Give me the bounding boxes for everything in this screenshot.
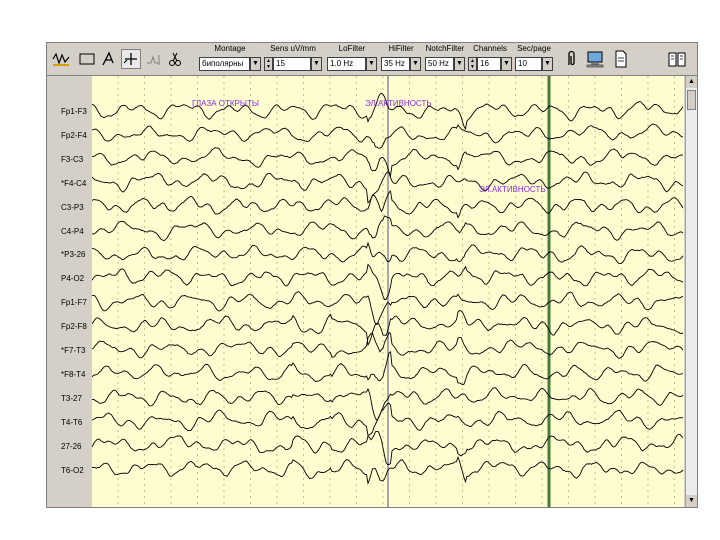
lofilter-control: LoFilter 1.0 Hz ▼ [327,43,377,75]
channel-label: *F7-T3 [61,346,86,355]
channels-label: Channels [473,44,507,53]
channel-label: *F4-C4 [61,178,87,188]
annotate-pen-icon[interactable] [99,49,119,69]
lofilter-label: LoFilter [338,44,366,53]
montage-dropdown-icon[interactable]: ▼ [250,57,261,71]
channel-label: F3-C3 [61,154,84,164]
montage-control: Montage биполярны ▼ [199,43,261,75]
channel-label: T4-T6 [61,417,83,427]
measure-tool-icon[interactable] [143,49,163,69]
channel-label: T3-27 [61,393,82,403]
sens-control: Sens uV/mm ▲ ▼ 15 ▼ [264,43,322,75]
channel-label: Fp2-F8 [61,322,87,332]
sens-dropdown-icon[interactable]: ▼ [311,57,322,71]
channel-labels: Fp1-F3 Fp2-F4 F3-C3 *F4-C4 C3-P3 C4-P4 *P3-26 P… [47,76,91,507]
secpage-dropdown-icon[interactable]: ▼ [542,57,553,71]
notchfilter-control: NotchFilter 50 Hz ▼ [425,43,465,75]
eeg-wave-icon[interactable] [51,49,71,69]
channel-label: Fp2-F4 [61,130,87,140]
scissors-icon[interactable] [165,49,185,69]
notchfilter-label: NotchFilter [425,44,465,53]
channel-label: P4-O2 [61,274,85,284]
paperclip-icon[interactable] [561,49,581,69]
annotation-artifact-1: ЭЛ.АКТИВНОСТЬ [365,99,432,108]
vertical-scrollbar[interactable]: ▲ ▼ [685,76,697,507]
channel-label: C4-P4 [61,226,84,236]
notchfilter-select[interactable]: 50 Hz [425,57,454,71]
scroll-thumb[interactable] [687,90,696,110]
channel-label: Fp1-F7 [61,298,87,308]
channel-label: Fp1-F3 [61,107,87,116]
notchfilter-dropdown-icon[interactable]: ▼ [454,57,465,71]
channels-control: Channels ▲ ▼ 16 ▼ [468,43,512,75]
montage-label: Montage [214,44,246,53]
lofilter-dropdown-icon[interactable]: ▼ [366,57,377,71]
sens-spinner-icon[interactable]: ▲ ▼ [264,57,273,71]
sens-select[interactable]: 15 [273,57,311,71]
channel-label: *F8-T4 [61,369,86,379]
computer-monitor-icon[interactable] [585,49,605,69]
document-icon[interactable] [611,49,631,69]
hifilter-label: HiFilter [388,44,414,53]
hifilter-control: HiFilter 35 Hz ▼ [381,43,421,75]
book-pages-icon[interactable] [667,49,687,69]
channel-label: T6-O2 [61,465,84,475]
lofilter-select[interactable]: 1.0 Hz [327,57,366,71]
channel-label: 27-26 [61,441,82,451]
hifilter-select[interactable]: 35 Hz [381,57,410,71]
eeg-viewer-window: Montage биполярны ▼ Sens uV/mm ▲ ▼ 15 ▼ L… [46,42,698,508]
channel-label: C3-P3 [61,202,84,212]
secpage-label: Sec/page [517,44,551,53]
eeg-plot[interactable]: ГЛАЗА ОТКРЫТЫ ЭЛ.АКТИВНОСТЬ ЭЛ.АКТИВНОСТ… [92,76,684,507]
channels-spinner-icon[interactable]: ▲ ▼ [468,57,477,71]
secpage-select[interactable]: 10 [515,57,542,71]
crosshair-cursor-icon[interactable] [121,49,141,69]
secpage-control: Sec/page 10 ▼ [515,43,553,75]
scroll-up-icon[interactable]: ▲ [686,76,697,88]
channel-label: *P3-26 [61,250,86,260]
channels-select[interactable]: 16 [477,57,501,71]
channels-dropdown-icon[interactable]: ▼ [501,57,512,71]
toolbar: Montage биполярны ▼ Sens uV/mm ▲ ▼ 15 ▼ L… [47,43,697,76]
sens-label: Sens uV/mm [270,44,316,53]
annotation-artifact-2: ЭЛ.АКТИВНОСТЬ [479,185,546,194]
scroll-down-icon[interactable]: ▼ [686,495,697,507]
montage-select[interactable]: биполярны [199,57,250,71]
rectangle-tool-icon[interactable] [77,49,97,69]
annotation-eyes-open: ГЛАЗА ОТКРЫТЫ [192,99,259,108]
hifilter-dropdown-icon[interactable]: ▼ [410,57,421,71]
